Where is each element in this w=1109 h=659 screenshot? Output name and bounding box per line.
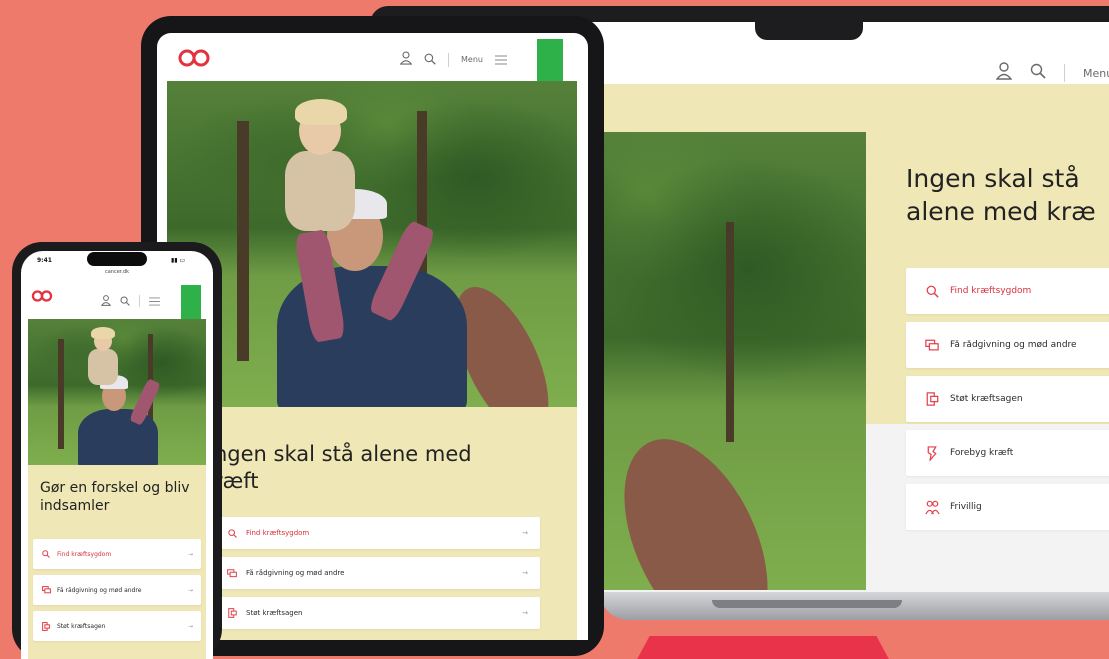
phone-hero-title: Gør en forskel og bliv indsamler [40,480,190,514]
chat-icon [924,339,940,352]
link-label: Støt kræftsagen [950,394,1023,404]
status-time: 9:41 [37,257,52,264]
laptop-hero-title-line1: Ingen skal stå [906,164,1080,193]
decorative-red-shape [628,636,898,659]
link-label: Støt kræftsagen [57,622,106,630]
search-icon [924,285,940,298]
chat-icon [41,586,51,594]
link-label: Få rådgivning og mød andre [950,340,1077,350]
status-indicators: ▮▮ ▭ [171,257,185,264]
laptop-link-find-kraeftsygdom[interactable]: Find kræftsygdom [906,268,1109,314]
laptop-link-frivillig[interactable]: Frivillig [906,484,1109,530]
hamburger-icon[interactable] [494,50,507,69]
link-label: Find kræftsygdom [950,286,1032,296]
search-icon[interactable] [1030,63,1046,83]
link-label: Få rådgivning og mød andre [57,586,142,594]
menu-button[interactable]: Menu [461,55,483,64]
laptop-hero-title-line2: alene med kræ [906,197,1096,226]
link-label: Find kræftsygdom [246,529,310,537]
link-label: Støt kræftsagen [246,609,303,617]
user-icon[interactable] [995,62,1013,84]
arrow-right-icon: → [187,622,193,630]
chat-icon [226,568,238,578]
link-label: Frivillig [950,502,982,512]
brand-logo[interactable] [177,47,211,69]
hamburger-icon[interactable] [149,291,160,310]
laptop-camera-notch [755,6,863,40]
tablet-hero-title-line2: ræft [214,469,259,493]
tablet-link-raadgivning[interactable]: Få rådgivning og mød andre → [214,557,540,589]
donate-icon [41,621,51,631]
tablet-link-find-kraeftsygdom[interactable]: Find kræftsygdom → [214,517,540,549]
phone-link-find-kraeftsygdom[interactable]: Find kræftsygdom → [33,539,201,569]
donate-icon [226,608,238,618]
header-divider [139,294,140,307]
arrow-right-icon: → [522,609,528,617]
user-icon[interactable] [100,291,112,310]
arrow-right-icon: → [522,569,528,577]
phone-link-stoet[interactable]: Støt kræftsagen → [33,611,201,641]
arrow-right-icon: → [187,586,193,594]
green-side-tab[interactable] [537,39,563,87]
phone-dynamic-island [87,252,147,266]
laptop-link-forebyg[interactable]: Forebyg kræft [906,430,1109,476]
laptop-hinge-groove [712,600,902,608]
tablet-header-icons: Menu [399,50,507,69]
phone-link-raadgivning[interactable]: Få rådgivning og mød andre → [33,575,201,605]
laptop-hero-title: Ingen skal stå alene med kræ [906,162,1096,228]
search-icon[interactable] [120,291,130,310]
phone-hero-photo [28,319,206,465]
arrow-right-icon: → [522,529,528,537]
laptop-link-raadgivning[interactable]: Få rådgivning og mød andre [906,322,1109,368]
tablet-hero-title: ngen skal stå alene med ræft [214,441,472,495]
phone-screen: 9:41 ▮▮ ▭ cancer.dk Gør en forskel og bl… [21,251,213,659]
header-divider [448,52,449,67]
tablet-hero-title-line1: ngen skal stå alene med [214,442,472,466]
phone-header-icons [100,291,160,310]
search-icon[interactable] [424,50,436,69]
link-label: Forebyg kræft [950,448,1014,458]
brand-logo[interactable] [31,289,53,303]
tablet-hero-photo [167,81,577,407]
arrow-right-icon: → [187,550,193,558]
prevent-icon [924,445,940,461]
tablet-link-stoet[interactable]: Støt kræftsagen → [214,597,540,629]
link-label: Få rådgivning og mød andre [246,569,345,577]
search-icon [41,550,51,558]
laptop-header-icons: Menu [995,62,1109,84]
user-icon[interactable] [399,50,413,69]
donate-icon [924,392,940,406]
menu-button[interactable]: Menu [1083,67,1109,80]
laptop-link-stoet[interactable]: Støt kræftsagen [906,376,1109,422]
link-label: Find kræftsygdom [57,550,112,558]
signal-icon: ▮▮ [171,257,178,264]
battery-icon: ▭ [179,257,186,264]
volunteer-icon [924,500,940,515]
search-icon [226,528,238,538]
browser-url[interactable]: cancer.dk [21,269,213,275]
header-divider [1064,64,1065,82]
